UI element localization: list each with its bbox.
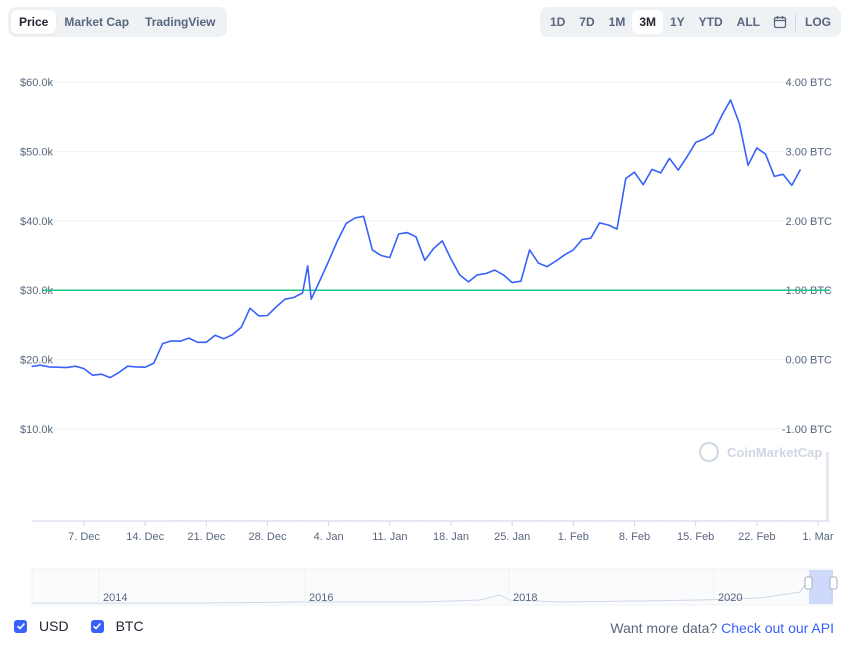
y-tick-usd: $10.0k bbox=[20, 424, 54, 436]
x-tick-label: 8. Feb bbox=[619, 531, 650, 543]
series-legend: USD BTC bbox=[14, 618, 166, 634]
y-tick-usd: $40.0k bbox=[20, 216, 54, 228]
y-tick-usd: $50.0k bbox=[20, 146, 54, 158]
legend-usd-label: USD bbox=[39, 618, 69, 634]
x-tick-label: 25. Jan bbox=[494, 531, 530, 543]
y-tick-btc: 1.00 BTC bbox=[786, 285, 833, 297]
navigator-handle-right[interactable] bbox=[829, 576, 838, 590]
y-tick-btc: 0.00 BTC bbox=[786, 355, 833, 367]
x-tick-label: 22. Feb bbox=[738, 531, 775, 543]
x-tick-label: 18. Jan bbox=[433, 531, 469, 543]
api-promo: Want more data? Check out our API bbox=[610, 620, 834, 636]
watermark-text: CoinMarketCap bbox=[727, 445, 822, 460]
navigator-year-label: 2018 bbox=[513, 592, 537, 604]
y-tick-btc: 2.00 BTC bbox=[786, 216, 833, 228]
x-tick-label: 7. Dec bbox=[68, 531, 100, 543]
y-tick-usd: $60.0k bbox=[20, 77, 54, 89]
legend-btc-label: BTC bbox=[115, 618, 144, 634]
y-tick-usd: $30.0k bbox=[20, 285, 54, 297]
x-tick-label: 1. Feb bbox=[558, 531, 589, 543]
usd-checkbox-icon[interactable] bbox=[14, 619, 27, 633]
usd-series-line bbox=[31, 99, 802, 379]
legend-btc[interactable]: BTC bbox=[90, 618, 144, 634]
x-tick-label: 1. Mar bbox=[802, 531, 834, 543]
y-tick-btc: 4.00 BTC bbox=[786, 77, 833, 89]
x-tick-label: 15. Feb bbox=[677, 531, 714, 543]
y-tick-btc: -1.00 BTC bbox=[782, 424, 832, 436]
navigator-year-label: 2014 bbox=[103, 592, 127, 604]
coinmarketcap-watermark: CoinMarketCap bbox=[699, 442, 822, 462]
btc-checkbox-icon[interactable] bbox=[90, 619, 104, 633]
x-tick-label: 4. Jan bbox=[314, 531, 344, 543]
coinmarketcap-logo-icon bbox=[699, 442, 719, 462]
navigator-handle-left[interactable] bbox=[804, 576, 813, 590]
api-promo-text: Want more data? bbox=[610, 620, 718, 636]
x-tick-label: 28. Dec bbox=[249, 531, 287, 543]
navigator-year-label: 2016 bbox=[309, 592, 333, 604]
volume-bar-latest bbox=[826, 452, 829, 520]
x-tick-label: 11. Jan bbox=[372, 531, 407, 543]
api-link[interactable]: Check out our API bbox=[721, 620, 834, 636]
legend-usd[interactable]: USD bbox=[14, 618, 69, 634]
x-tick-label: 21. Dec bbox=[187, 531, 225, 543]
y-tick-btc: 3.00 BTC bbox=[786, 146, 833, 158]
navigator-selection[interactable] bbox=[809, 570, 833, 604]
x-tick-label: 14. Dec bbox=[126, 531, 164, 543]
y-tick-usd: $20.0k bbox=[20, 355, 54, 367]
navigator-year-label: 2020 bbox=[718, 592, 742, 604]
price-chart: $60.0k $50.0k $40.0k $30.0k $20.0k $10.0k 4.00… bbox=[20, 77, 838, 606]
